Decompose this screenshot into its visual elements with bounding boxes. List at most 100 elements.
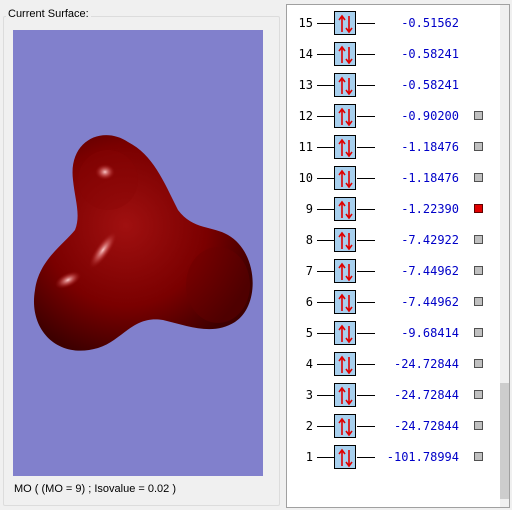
surface-checkbox[interactable] [474, 359, 483, 368]
surface-status-text: MO ( (MO = 9) ; Isovalue = 0.02 ) [14, 483, 176, 495]
energy-level-line [357, 271, 375, 272]
orbital-energy: -0.51562 [401, 16, 459, 30]
orbital-energy: -101.78994 [386, 450, 459, 464]
spin-pair-icon [334, 352, 356, 376]
orbital-number: 14 [298, 47, 313, 61]
energy-level-line [317, 271, 335, 272]
energy-level-line [357, 364, 375, 365]
orbital-energy: -24.72844 [393, 357, 459, 371]
energy-level-line [357, 178, 375, 179]
scrollbar-thumb[interactable] [500, 383, 509, 499]
surface-checkbox-selected[interactable] [474, 204, 483, 213]
energy-level-line [357, 302, 375, 303]
spin-pair-icon [334, 290, 356, 314]
orbital-row[interactable]: 6 -7.44962 [287, 287, 492, 318]
orbital-number: 2 [305, 419, 313, 433]
surface-checkbox[interactable] [474, 452, 483, 461]
orbital-row[interactable]: 13 -0.58241 [287, 70, 492, 101]
orbital-number: 7 [305, 264, 313, 278]
energy-level-line [317, 209, 335, 210]
energy-level-line [317, 54, 335, 55]
orbital-number: 5 [305, 326, 313, 340]
orbital-number: 12 [298, 109, 313, 123]
orbital-surface-render [33, 135, 253, 351]
surface-checkbox[interactable] [474, 421, 483, 430]
energy-level-line [317, 457, 335, 458]
orbital-number: 6 [305, 295, 313, 309]
vertical-scrollbar[interactable] [500, 5, 509, 507]
spin-pair-icon [334, 414, 356, 438]
orbital-row[interactable]: 12 -0.90200 [287, 101, 492, 132]
surface-lobes [33, 135, 253, 351]
orbital-number: 8 [305, 233, 313, 247]
orbital-energy: -7.44962 [401, 264, 459, 278]
orbital-row[interactable]: 15 -0.51562 [287, 8, 492, 39]
orbital-number: 3 [305, 388, 313, 402]
spin-pair-icon [334, 383, 356, 407]
energy-level-line [317, 147, 335, 148]
energy-level-line [357, 85, 375, 86]
energy-level-line [317, 116, 335, 117]
surface-group-title: Current Surface: [6, 8, 91, 21]
orbital-row[interactable]: 8 -7.42922 [287, 225, 492, 256]
surface-checkbox[interactable] [474, 173, 483, 182]
energy-level-line [357, 116, 375, 117]
energy-level-line [317, 333, 335, 334]
orbital-energy: -7.44962 [401, 295, 459, 309]
energy-level-line [357, 395, 375, 396]
spin-pair-icon [334, 135, 356, 159]
orbital-row[interactable]: 1 -101.78994 [287, 442, 492, 473]
orbital-row[interactable]: 10 -1.18476 [287, 163, 492, 194]
orbital-energy: -0.58241 [401, 78, 459, 92]
energy-level-line [317, 23, 335, 24]
orbital-row[interactable]: 9 -1.22390 [287, 194, 492, 225]
orbital-energy: -1.18476 [401, 171, 459, 185]
orbital-energy: -1.22390 [401, 202, 459, 216]
orbital-row[interactable]: 11 -1.18476 [287, 132, 492, 163]
spin-pair-icon [334, 11, 356, 35]
surface-checkbox[interactable] [474, 142, 483, 151]
orbital-number: 11 [298, 140, 313, 154]
energy-level-line [357, 147, 375, 148]
energy-level-line [357, 240, 375, 241]
surface-checkbox[interactable] [474, 235, 483, 244]
orbital-energy: -0.58241 [401, 47, 459, 61]
orbital-number: 4 [305, 357, 313, 371]
orbital-row[interactable]: 14 -0.58241 [287, 39, 492, 70]
orbital-energy: -9.68414 [401, 326, 459, 340]
molecule-surface-viewport[interactable] [13, 30, 263, 476]
surface-checkbox[interactable] [474, 266, 483, 275]
orbital-number: 1 [305, 450, 313, 464]
orbital-row[interactable]: 3 -24.72844 [287, 380, 492, 411]
energy-level-line [357, 54, 375, 55]
energy-level-line [317, 240, 335, 241]
spin-pair-icon [334, 197, 356, 221]
surface-checkbox[interactable] [474, 390, 483, 399]
surface-checkbox[interactable] [474, 328, 483, 337]
surface-checkbox[interactable] [474, 297, 483, 306]
orbital-number: 13 [298, 78, 313, 92]
orbital-number: 10 [298, 171, 313, 185]
orbital-energy-list[interactable]: 15 -0.51562 14 -0.58241 13 -0.58241 12 -0.90200… [286, 4, 510, 508]
spin-pair-icon [334, 73, 356, 97]
energy-level-line [357, 23, 375, 24]
orbital-number: 15 [298, 16, 313, 30]
surface-highlight [95, 164, 115, 180]
orbital-energy: -1.18476 [401, 140, 459, 154]
orbital-row[interactable]: 7 -7.44962 [287, 256, 492, 287]
energy-level-line [317, 85, 335, 86]
energy-level-line [317, 364, 335, 365]
spin-pair-icon [334, 445, 356, 469]
orbital-energy: -0.90200 [401, 109, 459, 123]
orbital-energy: -7.42922 [401, 233, 459, 247]
orbital-row[interactable]: 2 -24.72844 [287, 411, 492, 442]
orbital-row[interactable]: 4 -24.72844 [287, 349, 492, 380]
spin-pair-icon [334, 166, 356, 190]
surface-checkbox[interactable] [474, 111, 483, 120]
energy-level-line [357, 426, 375, 427]
energy-level-line [357, 333, 375, 334]
orbital-row[interactable]: 5 -9.68414 [287, 318, 492, 349]
energy-level-line [357, 457, 375, 458]
energy-level-line [317, 395, 335, 396]
energy-level-line [317, 302, 335, 303]
